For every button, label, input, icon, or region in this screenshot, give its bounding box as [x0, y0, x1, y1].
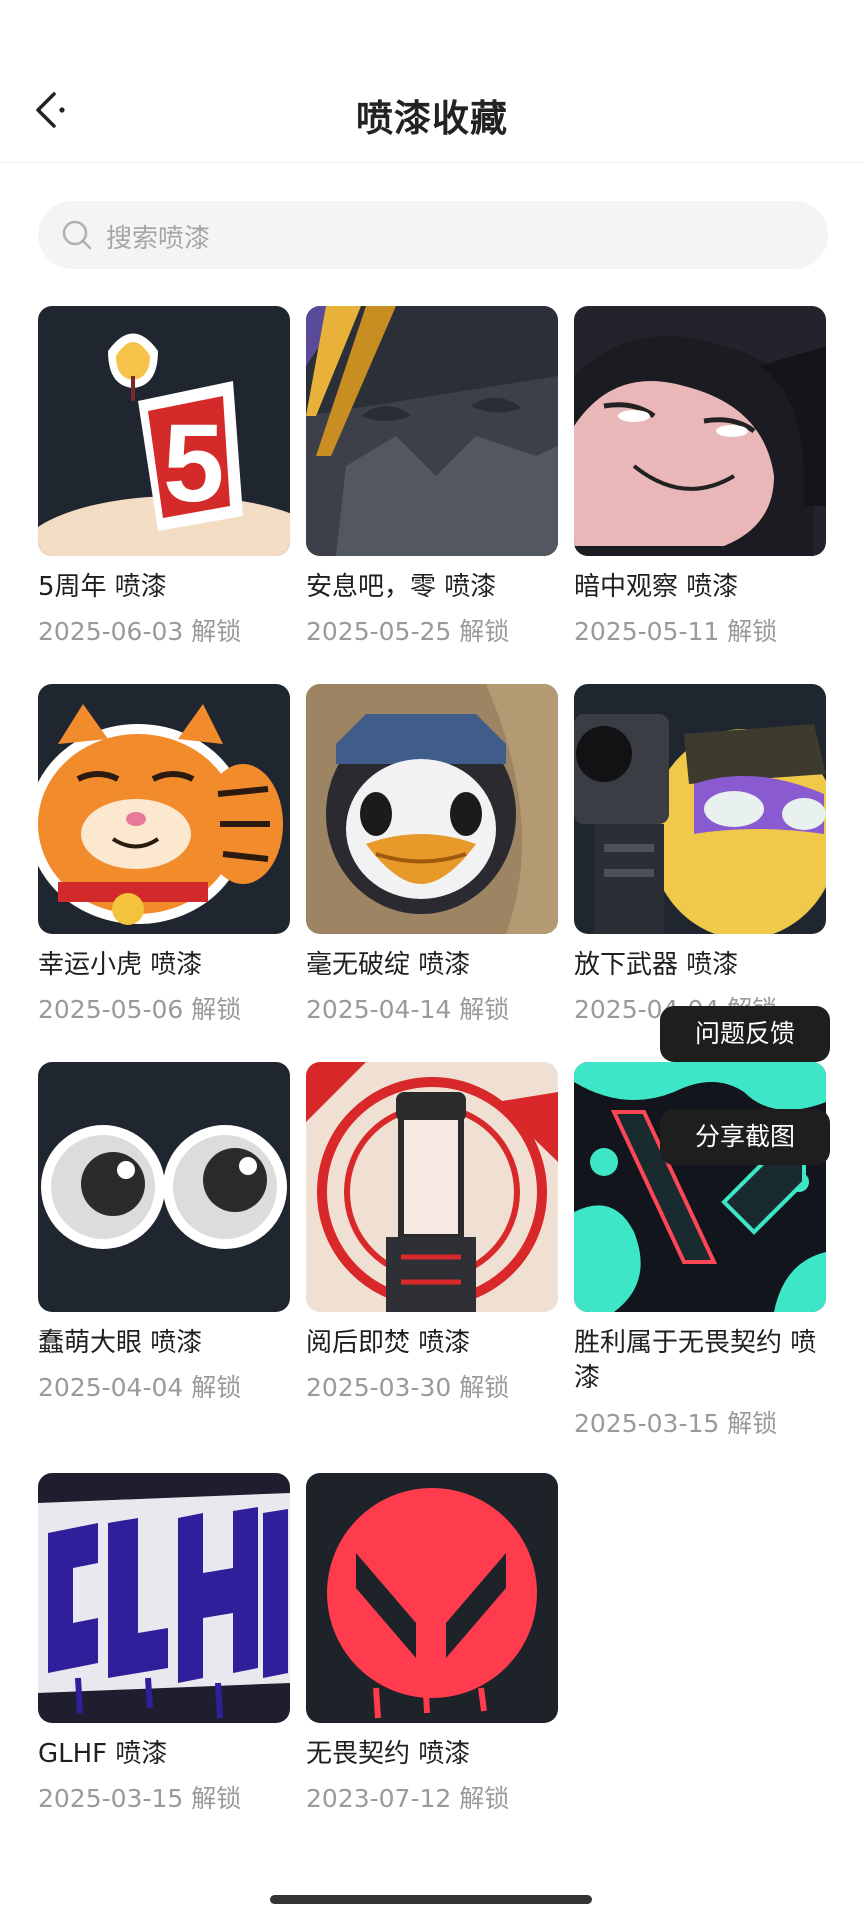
spray-name: GLHF 喷漆: [38, 1739, 168, 1769]
svg-text:5: 5: [163, 402, 224, 525]
header-bar: 喷漆收藏: [0, 0, 864, 163]
unlock-date: 2023-07-12 解锁: [306, 1784, 510, 1813]
spray-thumbnail-glhf[interactable]: [38, 1473, 290, 1723]
spray-thumbnail-flawless[interactable]: [306, 684, 558, 934]
unlock-date: 2025-05-06 解锁: [38, 995, 242, 1024]
spray-thumbnail-lucky-tiger[interactable]: [38, 684, 290, 934]
home-indicator: [270, 1895, 592, 1904]
unlock-date: 2025-06-03 解锁: [38, 617, 242, 646]
search-icon: [62, 220, 92, 250]
unlock-date: 2025-03-15 解锁: [574, 1409, 778, 1438]
unlock-date: 2025-03-15 解锁: [38, 1784, 242, 1813]
spray-thumbnail-drop-weapon[interactable]: [574, 684, 826, 934]
page-title: 喷漆收藏: [356, 97, 508, 140]
spray-name: 安息吧，零 喷漆: [306, 572, 497, 602]
spray-name: 毫无破绽 喷漆: [306, 950, 471, 980]
spray-name: 幸运小虎 喷漆: [38, 950, 203, 980]
feedback-button[interactable]: 问题反馈: [660, 1006, 830, 1062]
spray-name: 胜利属于无畏契约 喷漆: [574, 1328, 817, 1393]
unlock-date: 2025-04-04 解锁: [38, 1373, 242, 1402]
spray-name: 放下武器 喷漆: [574, 950, 739, 980]
spray-name: 阅后即焚 喷漆: [306, 1328, 471, 1358]
spray-thumbnail-anniversary[interactable]: 5: [38, 306, 290, 556]
spray-thumbnail-burn-after-reading[interactable]: [306, 1062, 558, 1312]
share-screenshot-button[interactable]: 分享截图: [660, 1109, 830, 1165]
search-input[interactable]: 搜索喷漆: [106, 218, 210, 255]
spray-thumbnail-rest-in-peace[interactable]: [306, 306, 558, 556]
unlock-date: 2025-04-14 解锁: [306, 995, 510, 1024]
spray-name: 蠢萌大眼 喷漆: [38, 1328, 203, 1358]
spray-name: 5周年 喷漆: [38, 572, 167, 602]
spray-thumbnail-googly-eyes[interactable]: [38, 1062, 290, 1312]
spray-name: 无畏契约 喷漆: [306, 1739, 471, 1769]
spray-thumbnail-valorant[interactable]: [306, 1473, 558, 1723]
spray-name: 暗中观察 喷漆: [574, 572, 739, 602]
spray-thumbnail-victory[interactable]: [574, 1062, 826, 1312]
unlock-date: 2025-05-11 解锁: [574, 617, 778, 646]
spray-thumbnail-watching[interactable]: [574, 306, 826, 556]
unlock-date: 2025-05-25 解锁: [306, 617, 510, 646]
unlock-date: 2025-03-30 解锁: [306, 1373, 510, 1402]
search-bar[interactable]: 搜索喷漆: [38, 201, 828, 269]
